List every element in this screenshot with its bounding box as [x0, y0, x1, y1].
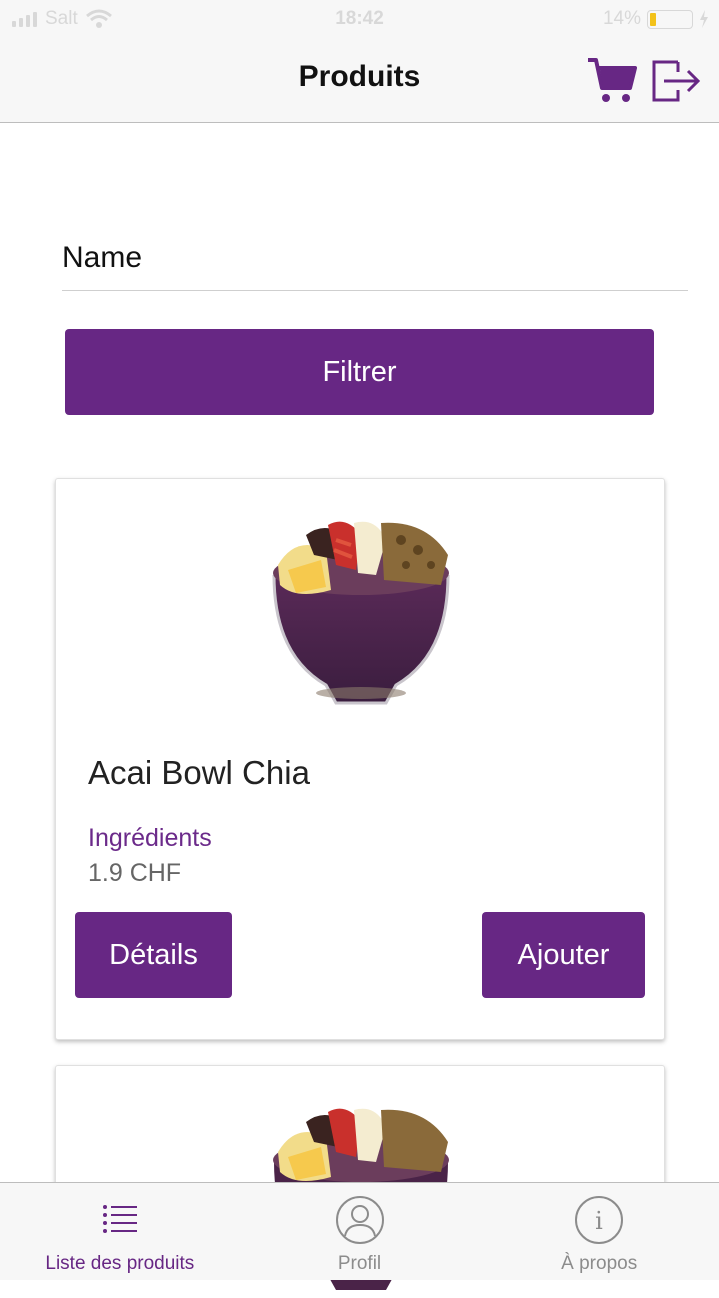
details-button[interactable]: Détails — [75, 912, 232, 998]
tab-label: À propos — [561, 1253, 638, 1274]
tab-profile[interactable]: Profil — [240, 1183, 480, 1280]
tab-label: Liste des produits — [45, 1253, 195, 1274]
product-price: 1.9 CHF — [88, 859, 182, 887]
battery-icon — [647, 9, 693, 29]
product-card: Acai Bowl Chia Ingrédients 1.9 CHF Détai… — [55, 478, 665, 1040]
cart-button[interactable] — [586, 56, 638, 106]
logout-icon — [652, 60, 701, 102]
product-ingredients[interactable]: Ingrédients — [88, 824, 212, 853]
add-to-cart-button[interactable]: Ajouter — [482, 912, 645, 998]
logout-button[interactable] — [650, 56, 704, 106]
tab-bar: Liste des produits Profil i À propos — [0, 1182, 719, 1280]
svg-text:i: i — [595, 1207, 603, 1235]
nav-bar: Produits — [0, 40, 719, 123]
name-filter-input[interactable] — [62, 225, 688, 291]
battery-group: 14% — [603, 8, 709, 30]
acai-bowl-image — [272, 521, 450, 705]
profile-icon — [335, 1196, 384, 1244]
cart-icon — [588, 58, 637, 102]
tab-about[interactable]: i À propos — [479, 1183, 719, 1280]
tab-product-list[interactable]: Liste des produits — [0, 1183, 240, 1280]
product-name: Acai Bowl Chia — [88, 754, 310, 791]
status-bar: Salt 18:42 14% — [0, 0, 719, 40]
tab-label: Profil — [337, 1253, 382, 1274]
list-icon — [102, 1205, 137, 1233]
charging-icon — [700, 10, 708, 28]
battery-percent: 14% — [602, 8, 641, 29]
filter-button[interactable]: Filtrer — [65, 329, 654, 415]
info-icon: i — [575, 1196, 624, 1244]
